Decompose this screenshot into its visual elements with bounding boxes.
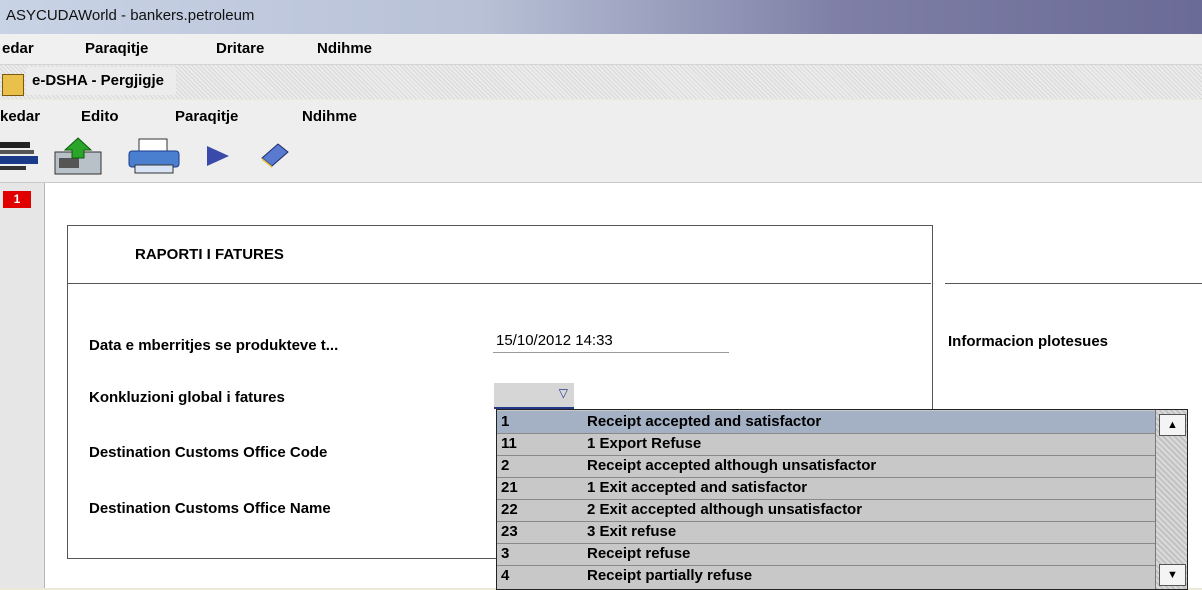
side-panel-divider [945, 283, 1202, 284]
book-icon[interactable] [258, 140, 292, 170]
dropdown-option[interactable]: 23 3 Exit refuse [497, 521, 1155, 543]
window-menu-bar: kedar Edito Paraqitje Ndihme [0, 100, 1202, 132]
office-code-label: Destination Customs Office Code [89, 444, 328, 461]
window-title-bar: e-DSHA - Pergjigje [0, 65, 1202, 99]
dropdown-option[interactable]: 2 Receipt accepted although unsatisfacto… [497, 455, 1155, 477]
menu-dritare[interactable]: Dritare [216, 40, 264, 57]
dropdown-scrollbar[interactable]: ▲ ▼ [1155, 410, 1187, 589]
menu-edar[interactable]: edar [2, 40, 34, 57]
play-icon[interactable] [205, 144, 233, 168]
arrival-date-field[interactable]: 15/10/2012 14:33 [496, 332, 613, 349]
section-title: RAPORTI I FATURES [135, 246, 284, 263]
office-name-label: Destination Customs Office Name [89, 500, 331, 517]
menu-paraqitje-2[interactable]: Paraqitje [175, 108, 238, 125]
main-menu-bar: edar Paraqitje Dritare Ndihme [0, 34, 1202, 65]
dropdown-option[interactable]: 1 Receipt accepted and satisfactor [497, 411, 1155, 433]
scanner-icon[interactable] [0, 138, 46, 174]
scroll-up-icon[interactable]: ▲ [1159, 414, 1186, 436]
upload-icon[interactable] [53, 136, 103, 176]
global-conclusion-label: Konkluzioni global i fatures [89, 389, 285, 406]
menu-edito[interactable]: Edito [81, 108, 119, 125]
date-field-underline [493, 352, 729, 353]
toolbar [0, 132, 1202, 183]
app-title-bar: ASYCUDAWorld - bankers.petroleum [0, 0, 1202, 34]
panel-divider [67, 283, 931, 284]
dropdown-option[interactable]: 21 1 Exit accepted and satisfactor [497, 477, 1155, 499]
page-gutter [0, 183, 45, 588]
arrival-date-label: Data e mberritjes se produkteve t... [89, 337, 339, 354]
menu-ndihme-2[interactable]: Ndihme [302, 108, 357, 125]
dropdown-option[interactable]: 4 Receipt partially refuse [497, 565, 1155, 587]
document-icon [2, 74, 24, 96]
menu-kedar[interactable]: kedar [0, 108, 40, 125]
page-tab-badge[interactable]: 1 [3, 191, 31, 208]
menu-ndihme[interactable]: Ndihme [317, 40, 372, 57]
app-title: ASYCUDAWorld - bankers.petroleum [6, 7, 255, 24]
print-icon[interactable] [127, 137, 181, 177]
additional-info-label: Informacion plotesues [948, 333, 1109, 350]
global-conclusion-combo[interactable]: ▽ [494, 383, 574, 409]
window-title: e-DSHA - Pergjigje [26, 67, 176, 95]
dropdown-option[interactable]: 11 1 Export Refuse [497, 433, 1155, 455]
conclusion-dropdown-list[interactable]: 1 Receipt accepted and satisfactor 11 1 … [496, 409, 1188, 590]
scroll-down-icon[interactable]: ▼ [1159, 564, 1186, 586]
dropdown-option[interactable]: 22 2 Exit accepted although unsatisfacto… [497, 499, 1155, 521]
dropdown-option[interactable]: 3 Receipt refuse [497, 543, 1155, 565]
menu-paraqitje[interactable]: Paraqitje [85, 40, 148, 57]
chevron-down-icon[interactable]: ▽ [559, 386, 568, 400]
